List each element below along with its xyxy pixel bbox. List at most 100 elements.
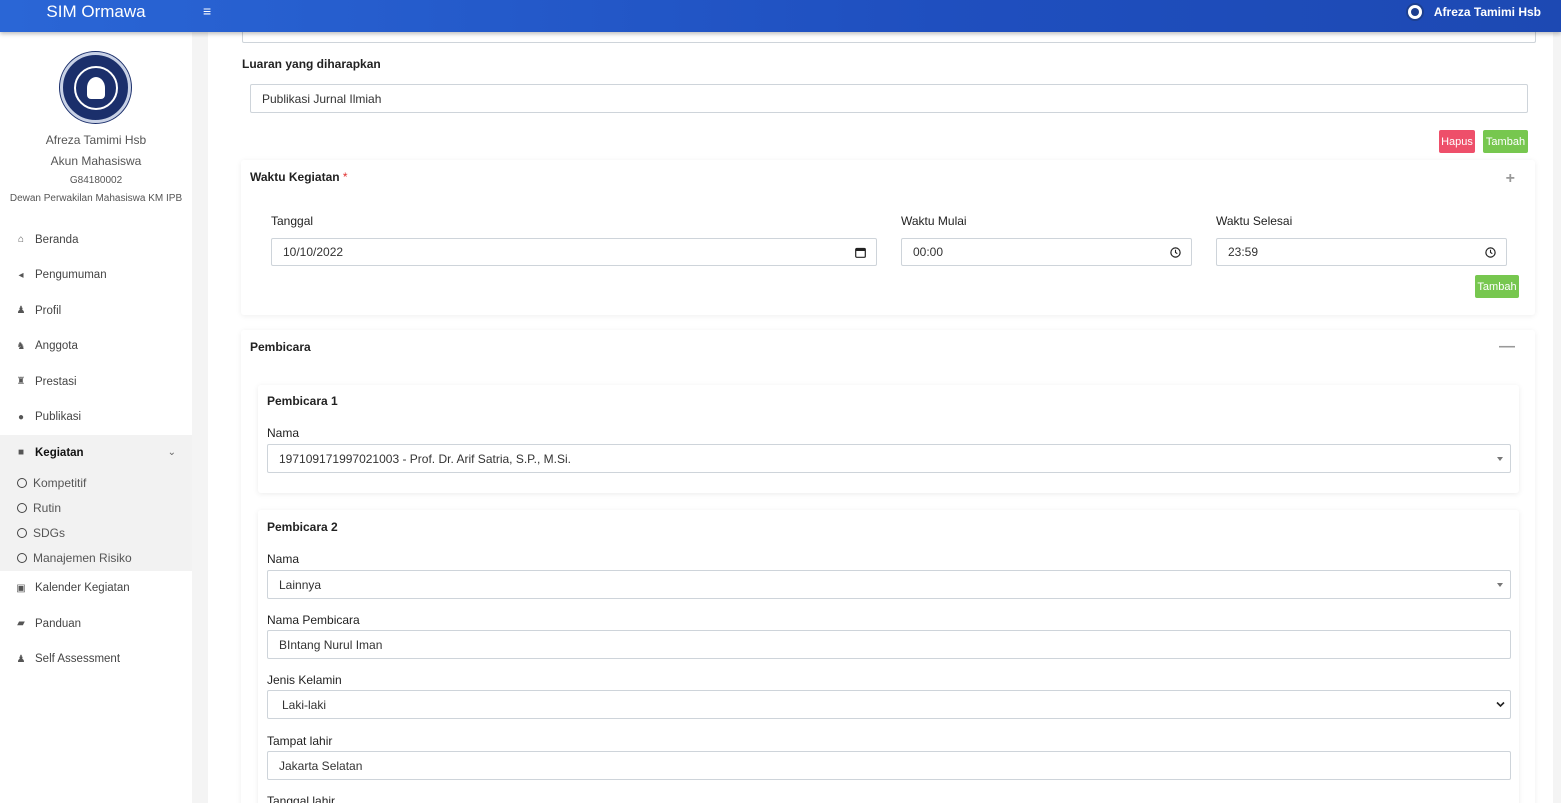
dropdown-caret-icon — [1497, 583, 1503, 587]
waktu-selesai-value: 23:59 — [1228, 245, 1259, 259]
sidebar-item-label: Anggota — [35, 340, 78, 353]
required-mark: * — [342, 170, 348, 184]
pembicara-2-title: Pembicara 2 — [267, 520, 338, 534]
calendar-icon[interactable] — [855, 247, 866, 258]
waktu-kegiatan-title: Waktu Kegiatan * — [250, 170, 348, 184]
pembicara-2-card: Pembicara 2 Nama Lainnya Nama Pembicara … — [258, 510, 1519, 803]
dropdown-caret-icon — [1497, 457, 1503, 461]
trophy-icon: ♜ — [16, 376, 26, 388]
sidebar-item-pengumuman[interactable]: ◂ Pengumuman — [0, 258, 192, 294]
users-icon: ♞ — [16, 340, 26, 352]
tanggal-label: Tanggal — [271, 214, 314, 228]
jenis-kelamin-label: Jenis Kelamin — [267, 673, 342, 687]
submenu-item-label: Manajemen Risiko — [33, 551, 132, 565]
user-icon: ♟ — [16, 305, 26, 317]
comments-icon: ● — [17, 411, 25, 423]
page-right-edge — [1553, 32, 1561, 803]
pembicara-1-nama-select[interactable]: 197109171997021003 - Prof. Dr. Arif Satr… — [267, 444, 1511, 473]
app-title[interactable]: SIM Ormawa — [0, 0, 192, 32]
tanggal-value: 10/10/2022 — [283, 245, 344, 259]
sidebar: Afreza Tamimi Hsb Akun Mahasiswa G841800… — [0, 32, 192, 803]
pembicara-1-nama-label: Nama — [267, 426, 300, 440]
tempat-lahir-input[interactable]: Jakarta Selatan — [267, 751, 1511, 780]
tanggal-lahir-label: Tanggal lahir — [267, 794, 336, 803]
waktu-mulai-input[interactable]: 00:00 — [901, 238, 1192, 266]
previous-input-field[interactable] — [242, 32, 1536, 43]
clock-icon[interactable] — [1485, 247, 1496, 258]
waktu-mulai-value: 00:00 — [913, 245, 944, 259]
waktu-selesai-label: Waktu Selesai — [1216, 214, 1293, 228]
sidebar-item-panduan[interactable]: ▰ Panduan — [0, 606, 192, 642]
pembicara-2-nama-value: Lainnya — [279, 577, 322, 592]
sidebar-nav: ⌂ Beranda ◂ Pengumuman ♟ Profil ♞ Anggota ♜ P… — [0, 222, 192, 677]
luaran-input[interactable]: Publikasi Jurnal Ilmiah — [250, 84, 1528, 113]
folder-icon: ■ — [17, 447, 25, 459]
sidebar-item-beranda[interactable]: ⌂ Beranda — [0, 222, 192, 258]
hapus-button[interactable]: Hapus — [1439, 130, 1475, 153]
sidebar-item-kalender-kegiatan[interactable]: ▣ Kalender Kegiatan — [0, 571, 192, 607]
submenu-item-label: Kompetitif — [33, 476, 87, 490]
luaran-label: Luaran yang diharapkan — [242, 57, 381, 71]
sidebar-item-label: Kegiatan — [35, 446, 84, 459]
circle-icon — [17, 478, 27, 488]
university-logo — [60, 52, 131, 123]
pembicara-card: Pembicara — Pembicara 1 Nama 19710917199… — [241, 330, 1535, 803]
waktu-selesai-input[interactable]: 23:59 — [1216, 238, 1507, 266]
book-icon: ▰ — [17, 618, 25, 630]
submenu-item-kompetitif[interactable]: Kompetitif — [0, 471, 192, 496]
submenu-item-label: SDGs — [33, 526, 66, 540]
circle-icon — [17, 553, 27, 563]
profile-organization: Dewan Perwakilan Mahasiswa KM IPB — [9, 193, 183, 204]
chevron-down-icon — [1496, 701, 1505, 708]
sidebar-item-prestasi[interactable]: ♜ Prestasi — [0, 364, 192, 400]
circle-icon — [17, 528, 27, 538]
submenu-item-rutin[interactable]: Rutin — [0, 496, 192, 521]
user-menu[interactable]: Afreza Tamimi Hsb — [1405, 3, 1541, 21]
chevron-down-icon: ⌄ — [167, 447, 176, 459]
sidebar-item-label: Profil — [35, 304, 62, 317]
sidebar-item-label: Self Assessment — [35, 653, 121, 666]
nama-pembicara-input[interactable]: BIntang Nurul Iman — [267, 630, 1511, 659]
main-content: Luaran yang diharapkan Publikasi Jurnal … — [208, 32, 1553, 803]
submenu-item-sdgs[interactable]: SDGs — [0, 521, 192, 546]
expand-plus-icon[interactable]: + — [1506, 170, 1515, 188]
submenu-item-label: Rutin — [33, 501, 62, 515]
clock-icon[interactable] — [1170, 247, 1181, 258]
sidebar-item-label: Beranda — [35, 233, 79, 246]
pembicara-2-nama-select[interactable]: Lainnya — [267, 570, 1511, 599]
home-icon: ⌂ — [17, 234, 25, 246]
circle-icon — [17, 503, 27, 513]
jenis-kelamin-select[interactable]: Laki-laki — [267, 690, 1511, 719]
top-navbar: SIM Ormawa ≡ Afreza Tamimi Hsb — [0, 0, 1561, 32]
jenis-kelamin-value: Laki-laki — [282, 697, 327, 712]
sidebar-item-label: Prestasi — [35, 375, 77, 388]
pembicara-2-nama-label: Nama — [267, 552, 300, 566]
sidebar-item-label: Pengumuman — [35, 269, 107, 282]
tanggal-input[interactable]: 10/10/2022 — [271, 238, 877, 266]
pembicara-1-nama-value: 197109171997021003 - Prof. Dr. Arif Satr… — [279, 451, 571, 466]
nama-pembicara-label: Nama Pembicara — [267, 613, 360, 627]
pembicara-1-title: Pembicara 1 — [267, 394, 338, 408]
sidebar-item-profil[interactable]: ♟ Profil — [0, 293, 192, 329]
waktu-mulai-label: Waktu Mulai — [901, 214, 967, 228]
sidebar-item-self-assessment[interactable]: ♟ Self Assessment — [0, 642, 192, 678]
tambah-waktu-button[interactable]: Tambah — [1475, 275, 1519, 298]
sidebar-item-label: Kalender Kegiatan — [35, 582, 130, 595]
kegiatan-submenu: Kompetitif Rutin SDGs Manajemen Risiko — [0, 470, 192, 571]
bullhorn-icon: ◂ — [18, 269, 24, 281]
user-name: Afreza Tamimi Hsb — [1433, 5, 1541, 19]
sidebar-item-kegiatan[interactable]: ■ Kegiatan ⌄ — [0, 435, 192, 471]
hamburger-menu-icon[interactable]: ≡ — [203, 4, 211, 18]
profile-name: Afreza Tamimi Hsb — [45, 133, 147, 147]
tempat-lahir-label: Tampat lahir — [267, 734, 333, 748]
pembicara-1-card: Pembicara 1 Nama 197109171997021003 - Pr… — [258, 385, 1519, 493]
sidebar-item-publikasi[interactable]: ● Publikasi — [0, 400, 192, 436]
submenu-item-manajemen-risiko[interactable]: Manajemen Risiko — [0, 546, 192, 571]
user-icon: ♟ — [16, 653, 26, 665]
sidebar-item-anggota[interactable]: ♞ Anggota — [0, 329, 192, 365]
profile-id: G84180002 — [69, 175, 123, 186]
collapse-minus-icon[interactable]: — — [1499, 338, 1515, 356]
sidebar-item-label: Panduan — [35, 617, 82, 630]
calendar-icon: ▣ — [16, 582, 26, 594]
tambah-button[interactable]: Tambah — [1483, 130, 1528, 153]
